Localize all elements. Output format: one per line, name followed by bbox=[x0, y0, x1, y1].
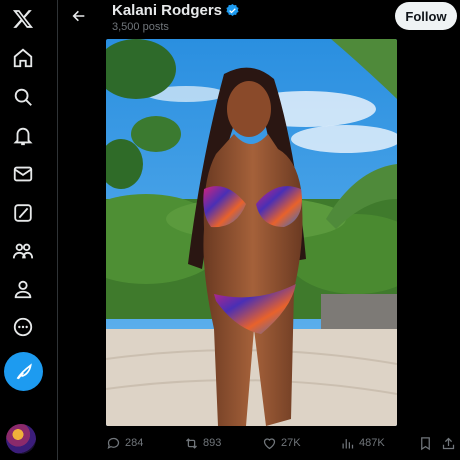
notifications-icon[interactable] bbox=[10, 123, 36, 149]
repost-count: 893 bbox=[203, 437, 222, 449]
profile-icon[interactable] bbox=[10, 276, 36, 302]
bookmark-button[interactable] bbox=[418, 434, 437, 452]
reply-icon bbox=[107, 437, 120, 449]
views-button[interactable]: 487K bbox=[340, 434, 385, 452]
follow-button[interactable]: Follow bbox=[395, 2, 457, 30]
verified-badge-icon bbox=[226, 3, 239, 16]
analytics-icon bbox=[342, 438, 354, 448]
profile-name-row: Kalani Rodgers bbox=[112, 0, 240, 20]
x-logo-icon[interactable] bbox=[10, 6, 36, 32]
column-divider bbox=[57, 0, 58, 460]
home-icon[interactable] bbox=[10, 45, 36, 71]
communities-icon[interactable] bbox=[10, 238, 36, 264]
bookmark-icon bbox=[421, 436, 430, 450]
feather-icon bbox=[16, 362, 32, 379]
search-icon[interactable] bbox=[10, 84, 36, 110]
more-icon[interactable] bbox=[10, 314, 36, 340]
grok-icon[interactable] bbox=[10, 200, 36, 226]
like-count: 27K bbox=[281, 437, 301, 449]
repost-button[interactable]: 893 bbox=[184, 434, 221, 452]
share-icon bbox=[442, 437, 455, 449]
profile-header: Kalani Rodgers 3,500 posts Follow bbox=[58, 0, 460, 40]
messages-icon[interactable] bbox=[10, 161, 36, 187]
account-avatar[interactable] bbox=[6, 424, 36, 454]
reply-count: 284 bbox=[125, 437, 144, 449]
view-count: 487K bbox=[359, 437, 385, 449]
share-button[interactable] bbox=[441, 434, 460, 452]
sidebar bbox=[0, 0, 46, 460]
like-button[interactable]: 27K bbox=[262, 434, 301, 452]
repost-icon bbox=[186, 437, 197, 449]
post-action-bar: 284 893 27K 487K bbox=[58, 430, 460, 456]
reply-button[interactable]: 284 bbox=[106, 434, 143, 452]
post-count: 3,500 posts bbox=[112, 21, 169, 33]
heart-icon bbox=[263, 437, 276, 449]
post-photo[interactable] bbox=[106, 39, 397, 426]
compose-post-button[interactable] bbox=[4, 352, 43, 391]
back-arrow-icon[interactable] bbox=[68, 5, 90, 27]
profile-name: Kalani Rodgers bbox=[112, 1, 223, 19]
